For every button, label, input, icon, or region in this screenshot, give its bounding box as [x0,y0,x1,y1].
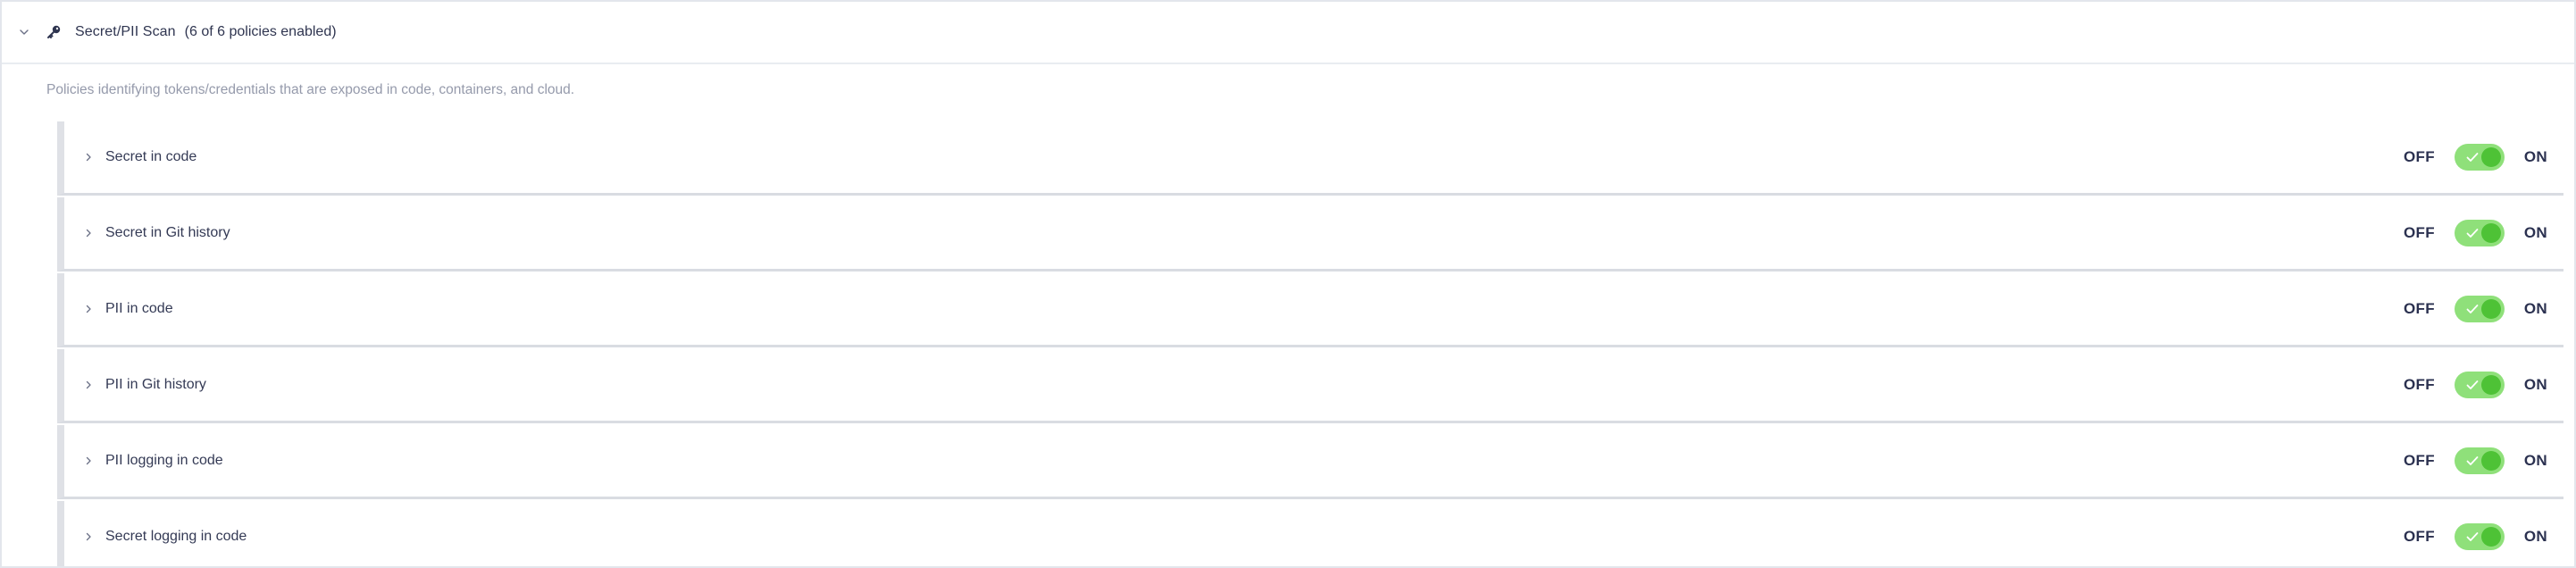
policy-toggle-switch[interactable] [2454,523,2505,550]
policy-toggle-group: OFF ON [2403,501,2547,566]
policy-label: Secret logging in code [105,529,247,544]
policy-row-secret-in-code[interactable]: Secret in code OFF ON [57,121,2563,196]
policy-toggle-group: OFF ON [2404,349,2547,421]
chevron-right-icon[interactable] [80,301,96,317]
policy-label: PII in code [105,301,173,316]
policy-list: Secret in code OFF ON Secret in Git hist… [57,121,2563,566]
policy-toggle-switch[interactable] [2454,296,2505,322]
toggle-on-label: ON [2523,452,2547,469]
checkmark-icon [2466,305,2479,313]
policy-section-panel: Secret/PII Scan (6 of 6 policies enabled… [0,0,2576,568]
chevron-right-icon[interactable] [80,529,96,545]
policy-row-pii-in-code[interactable]: PII in code OFF ON [57,273,2563,347]
toggle-on-label: ON [2523,300,2547,317]
toggle-knob [2480,299,2501,319]
policy-toggle-switch[interactable] [2454,220,2505,246]
toggle-on-label: ON [2523,224,2547,241]
policy-label: Secret in Git history [105,225,230,240]
toggle-knob [2480,147,2501,167]
policy-toggle-switch[interactable] [2454,144,2505,171]
toggle-knob [2480,527,2501,547]
toggle-off-label: OFF [2403,224,2435,241]
chevron-right-icon[interactable] [80,377,96,393]
toggle-off-label: OFF [2403,528,2435,545]
chevron-right-icon[interactable] [80,149,96,165]
toggle-knob [2480,223,2501,243]
policy-row-pii-logging-in-code[interactable]: PII logging in code OFF ON [57,425,2563,499]
section-description: Policies identifying tokens/credentials … [46,82,575,97]
checkmark-icon [2466,532,2479,541]
toggle-on-label: ON [2523,148,2547,165]
policy-label: PII logging in code [105,453,223,468]
toggle-on-label: ON [2523,376,2547,393]
policy-toggle-group: OFF ON [2404,425,2547,497]
checkmark-icon [2466,229,2479,238]
policy-toggle-switch[interactable] [2454,447,2505,474]
toggle-knob [2480,375,2501,395]
chevron-down-icon[interactable] [14,22,34,42]
policy-toggle-group: OFF ON [2404,273,2547,345]
chevron-right-icon[interactable] [80,453,96,469]
policy-toggle-group: OFF ON [2404,121,2547,193]
toggle-off-label: OFF [2403,376,2435,393]
toggle-knob [2480,451,2501,471]
toggle-off-label: OFF [2403,452,2435,469]
chevron-right-icon[interactable] [80,225,96,241]
policy-toggle-switch[interactable] [2454,372,2505,398]
policy-label: Secret in code [105,149,197,164]
policy-row-secret-in-git-history[interactable]: Secret in Git history OFF ON [57,197,2563,271]
section-header[interactable]: Secret/PII Scan (6 of 6 policies enabled… [2,2,2574,64]
policy-row-pii-in-git-history[interactable]: PII in Git history OFF ON [57,349,2563,423]
checkmark-icon [2466,380,2479,389]
checkmark-icon [2466,456,2479,465]
policy-row-secret-logging-in-code[interactable]: Secret logging in code OFF ON [57,501,2563,566]
checkmark-icon [2466,153,2479,162]
toggle-off-label: OFF [2403,300,2435,317]
policy-toggle-group: OFF ON [2404,197,2547,269]
toggle-off-label: OFF [2403,148,2435,165]
key-icon [43,21,64,43]
section-policy-count: (6 of 6 policies enabled) [184,24,337,39]
policy-label: PII in Git history [105,377,206,392]
toggle-on-label: ON [2523,528,2547,545]
section-title: Secret/PII Scan [75,24,176,39]
